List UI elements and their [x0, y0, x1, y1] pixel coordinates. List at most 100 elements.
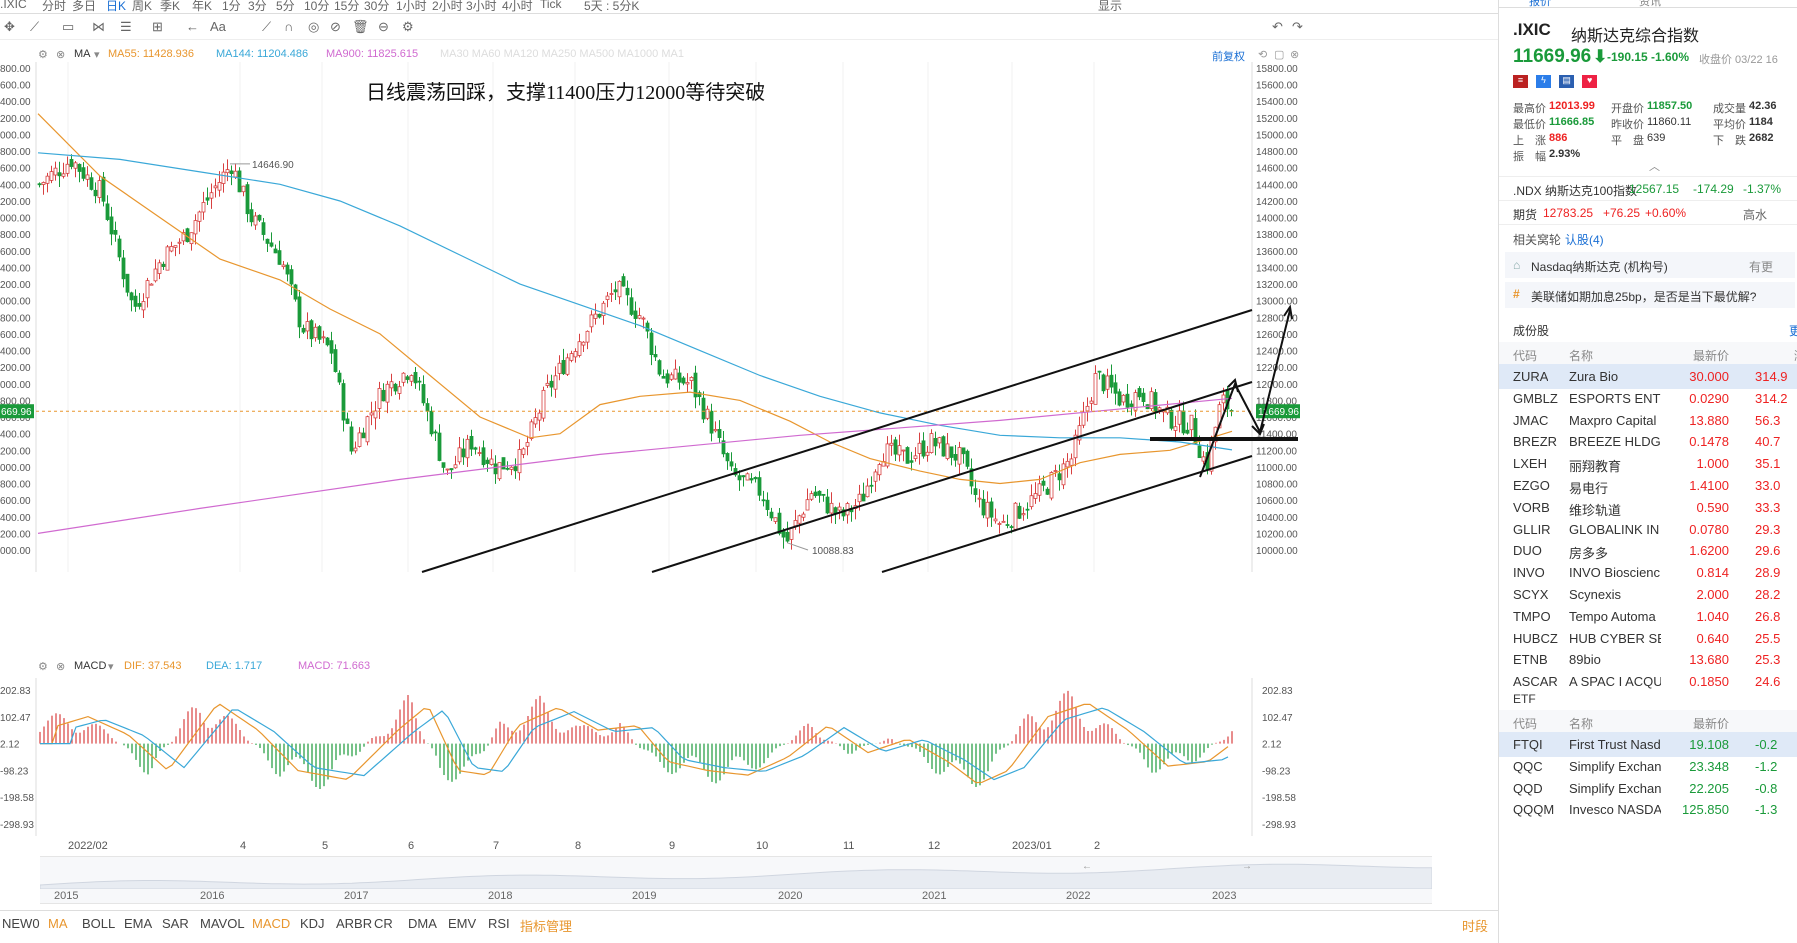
futures-label: 期货	[1513, 208, 1538, 222]
arrow-tool-icon[interactable]: ←	[186, 19, 199, 34]
close-icon[interactable]: ⊗	[56, 660, 65, 673]
period-15[interactable]: 3小时	[466, 0, 497, 13]
candlestick-chart[interactable]: 15800.00 15600.00 15400.00 15200.00 15000.00…	[0, 62, 1498, 652]
ruler-tool-icon[interactable]: ⟋	[262, 19, 271, 35]
indicator-dma[interactable]: DMA	[408, 916, 437, 931]
indicator-sar[interactable]: SAR	[162, 916, 189, 931]
org-row[interactable]: ⌂ Nasdaq纳斯达克 (机构号) 有更	[1505, 252, 1795, 278]
period-16[interactable]: 4小时	[502, 0, 533, 13]
period-0[interactable]: .IXIC	[0, 0, 27, 11]
period-14[interactable]: 2小时	[432, 0, 463, 13]
period-11[interactable]: 15分	[334, 0, 359, 13]
candle-body	[729, 461, 734, 467]
period-10[interactable]: 10分	[304, 0, 329, 13]
maximize-icon[interactable]: ▢	[1274, 48, 1284, 61]
candle-body	[77, 163, 82, 172]
ndx-row[interactable]: .NDX 纳斯达克100指数 12567.15 -174.29 -1.37%	[1499, 176, 1797, 200]
chevron-down-icon[interactable]: ▾	[94, 48, 100, 61]
candle-body	[489, 458, 494, 465]
grid-tool-icon[interactable]: ⊞	[152, 19, 163, 35]
indicator-ema[interactable]: EMA	[124, 916, 152, 931]
column-header: 最新价	[1692, 349, 1729, 363]
delete-icon[interactable]: 🗑	[352, 19, 369, 35]
macd-chart[interactable]: 202.83 202.83 102.47 102.47 2.12 2.12 -98.23 -9…	[0, 678, 1498, 836]
time-tick: 9	[669, 840, 676, 852]
tab-news[interactable]: 资讯	[1639, 0, 1661, 9]
document-icon[interactable]: ▤	[1559, 75, 1575, 88]
link-icon[interactable]: ⊖	[378, 19, 389, 35]
text-tool-icon[interactable]: Aa	[210, 19, 226, 34]
gear-icon[interactable]: ⚙	[38, 48, 48, 61]
indicator-rsi[interactable]: RSI	[488, 916, 510, 931]
close-icon[interactable]: ⊗	[56, 48, 65, 61]
more-icon[interactable]: 更	[1789, 322, 1797, 339]
row-price: 1.6200	[1689, 543, 1729, 559]
indicator-boll[interactable]: BOLL	[82, 916, 115, 931]
gear-icon[interactable]: ⚙	[38, 660, 48, 673]
tab-quote[interactable]: 报价	[1529, 0, 1551, 9]
display-menu[interactable]: 显示	[1098, 0, 1122, 13]
eye-icon[interactable]: ◎	[308, 19, 319, 35]
heart-icon[interactable]: ♥	[1582, 75, 1598, 88]
indicator-指标管理[interactable]: 指标管理	[520, 916, 572, 935]
period-2[interactable]: 多日	[72, 0, 96, 13]
line-tool-icon[interactable]: ⟋	[30, 19, 39, 35]
candle-body	[573, 351, 578, 358]
redo-icon[interactable]: ↷	[1292, 19, 1303, 35]
candle-body	[857, 493, 862, 503]
indicator-new0[interactable]: NEW0	[2, 916, 40, 931]
indicator-mavol[interactable]: MAVOL	[200, 916, 245, 931]
overview-navigator[interactable]: ← → 2015 2016 2017 2018 2019 2020 2021 2022 2023	[40, 856, 1432, 904]
settings-icon[interactable]: ⚙	[402, 19, 414, 35]
indicator-macd[interactable]: MACD	[252, 916, 290, 931]
period-4[interactable]: 周K	[132, 0, 152, 13]
period-3[interactable]: 日K	[106, 0, 126, 13]
candle-body	[81, 167, 86, 179]
indicator-emv[interactable]: EMV	[448, 916, 476, 931]
period-6[interactable]: 年K	[192, 0, 212, 13]
period-13[interactable]: 1小时	[396, 0, 427, 13]
related-link[interactable]: 认股(4)	[1565, 231, 1604, 248]
chevron-down-icon[interactable]: ▾	[108, 660, 114, 673]
macd-legend: ⚙ ⊗ MACD ▾ DIF: 37.543 DEA: 1.717 MACD: …	[0, 658, 1498, 676]
period-1[interactable]: 分时	[42, 0, 66, 13]
close-panel-icon[interactable]: ⊗	[1290, 48, 1299, 61]
futures-row[interactable]: 期货 12783.25 +76.25 +0.60% 高水	[1499, 200, 1797, 224]
undo-icon[interactable]: ↶	[1272, 19, 1283, 35]
candle-body	[877, 464, 882, 476]
rect-tool-icon[interactable]: ▭	[62, 19, 74, 35]
ma900-value: MA900: 11825.615	[326, 48, 419, 60]
flash-icon[interactable]: ϟ	[1536, 75, 1552, 88]
lock-icon[interactable]: ⊘	[330, 19, 341, 35]
row-pct: 29.6	[1755, 543, 1781, 559]
news-row[interactable]: # 美联储如期加息25bp，是否是当下最优解?	[1505, 282, 1795, 308]
period-9[interactable]: 5分	[276, 0, 295, 13]
crosshair-icon[interactable]: ✥	[4, 19, 15, 35]
session-button[interactable]: 时段	[1462, 916, 1488, 935]
collapse-icon[interactable]: ︿	[1649, 158, 1660, 174]
period-12[interactable]: 30分	[364, 0, 389, 13]
indicator-kdj[interactable]: KDJ	[300, 916, 325, 931]
candle-body	[281, 264, 286, 268]
period-7[interactable]: 1分	[222, 0, 241, 13]
indicator-arbr[interactable]: ARBR	[336, 916, 372, 931]
magnet-icon[interactable]: ∩	[284, 19, 293, 34]
indicator-cr[interactable]: CR	[374, 916, 393, 931]
restore-icon[interactable]: ⟲	[1258, 48, 1267, 61]
fork-tool-icon[interactable]: ⋈	[92, 19, 105, 35]
candle-body	[1137, 388, 1142, 398]
ndx-pct: -1.37%	[1743, 182, 1782, 196]
candle-body	[545, 382, 550, 386]
period-8[interactable]: 3分	[248, 0, 267, 13]
quote-price: 11669.96	[1513, 46, 1592, 67]
candle-body	[253, 215, 258, 226]
constituent-row[interactable]: ASCAR A SPAC I ACQU 0.1850 24.6	[1499, 669, 1797, 694]
indicator-ma[interactable]: MA	[48, 916, 68, 931]
fib-tool-icon[interactable]: ☰	[120, 19, 132, 35]
period-18[interactable]: 5天 : 5分K	[584, 0, 639, 13]
etf-row[interactable]: QQQM Invesco NASDAQ 125.850 -1.3	[1499, 797, 1797, 822]
overview-year: 2016	[200, 890, 225, 902]
macd-tick-right: -98.23	[1262, 766, 1291, 777]
period-17[interactable]: Tick	[540, 0, 562, 11]
period-5[interactable]: 季K	[160, 0, 180, 13]
